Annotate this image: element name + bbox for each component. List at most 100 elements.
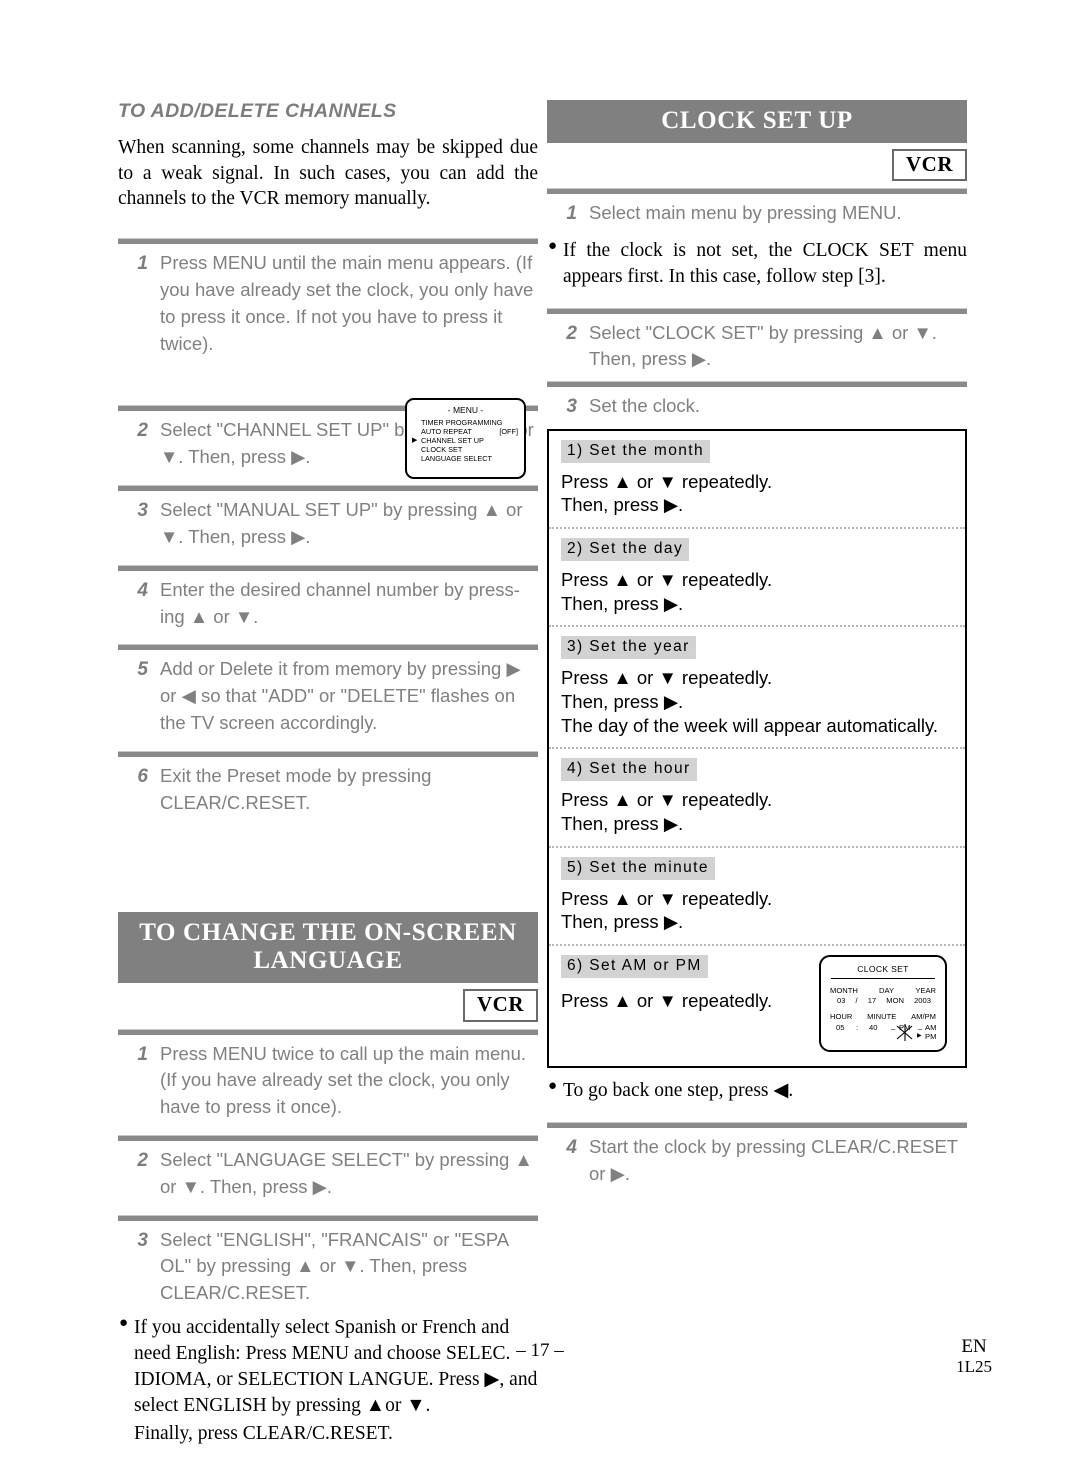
substep-line: Then, press ▶. bbox=[561, 494, 684, 516]
caret-right-icon: ▶ bbox=[917, 1032, 922, 1039]
vcr-badge-row: VCR bbox=[547, 149, 967, 182]
step-text: Select "MANUAL SET UP" by pressing ▲ or … bbox=[160, 499, 523, 547]
substep-body: Press ▲ or ▼ repeatedly. Then, press ▶. bbox=[561, 788, 953, 835]
right-column: CLOCK SET UP VCR 1 Select main menu by p… bbox=[547, 100, 967, 1202]
step-text: Select "ENGLISH", "FRANCAIS" or "ESPA OL… bbox=[160, 1228, 509, 1304]
step-number: 1 bbox=[137, 1043, 148, 1065]
step-text: Press MENU until the main menu appears. … bbox=[160, 252, 534, 354]
substep-label: 3) Set the year bbox=[561, 636, 696, 660]
step-divider bbox=[118, 238, 538, 245]
substep-label: 1) Set the month bbox=[561, 439, 710, 463]
step-divider bbox=[118, 750, 538, 757]
step-number: 3 bbox=[137, 500, 148, 522]
osd-time-headers: HOUR MINUTE AM/PM bbox=[829, 1012, 937, 1022]
step-number: 3 bbox=[566, 396, 577, 418]
step-6: 6 Exit the Preset mode by pressing CLEAR… bbox=[118, 763, 538, 817]
substep-line: Press ▲ or ▼ repeatedly. bbox=[561, 887, 773, 909]
osd-menu-item-label: CHANNEL SET UP bbox=[421, 435, 484, 445]
clock-step-4: 4 Start the clock by pressing CLEAR/C.RE… bbox=[547, 1134, 967, 1188]
step-number: 3 bbox=[137, 1229, 148, 1251]
step-number: 4 bbox=[137, 579, 148, 601]
substep-body: Press ▲ or ▼ repeatedly. Then, press ▶. bbox=[561, 568, 953, 615]
substep-label: 2) Set the day bbox=[561, 538, 690, 562]
bullet-icon: ● bbox=[119, 1315, 129, 1332]
divider bbox=[831, 978, 935, 980]
step-text: Start the clock by pressing CLEAR/C.RESE… bbox=[589, 1136, 958, 1184]
step-divider bbox=[118, 1135, 538, 1142]
osd-menu-item-value: [OFF] bbox=[499, 427, 518, 437]
osd-menu-list: TIMER PROGRAMMING AUTO REPEAT [OFF] ▶ CH… bbox=[411, 418, 520, 464]
substep-body: Press ▲ or ▼ repeatedly. Then, press ▶. bbox=[561, 887, 953, 934]
step-number: 2 bbox=[566, 322, 577, 344]
step-text: Set the clock. bbox=[589, 395, 701, 417]
clock-note-2: ● To go back one step, press ◀. bbox=[547, 1078, 967, 1104]
step-text: Press MENU twice to call up the main men… bbox=[160, 1042, 527, 1118]
substep-line: Then, press ▶. bbox=[561, 691, 684, 713]
page-title-clock-set-up: CLOCK SET UP bbox=[547, 100, 967, 143]
osd-date-values: 03 / 17 MON 2003 bbox=[829, 996, 937, 1006]
osd-clock-set-box: CLOCK SET MONTH DAY YEAR 03 / 17 MON 200… bbox=[819, 955, 947, 1053]
step-text: Add or Delete it from memory by pressing… bbox=[160, 658, 521, 733]
step-divider bbox=[547, 307, 967, 314]
language-step-3: 3 Select "ENGLISH", "FRANCAIS" or "ESPA … bbox=[118, 1227, 538, 1307]
substep-am-pm-row: 6) Set AM or PM Press ▲ or ▼ repeatedly.… bbox=[561, 955, 953, 1053]
substep-label: 4) Set the hour bbox=[561, 758, 697, 782]
osd-label-day: DAY bbox=[879, 986, 895, 996]
osd-clock-grid: MONTH DAY YEAR 03 / 17 MON 2003 HOUR MIN… bbox=[829, 986, 937, 1045]
osd-value-day: 17 bbox=[867, 996, 877, 1005]
substep-line: The day of the week will appear automati… bbox=[561, 714, 939, 736]
step-number: 4 bbox=[566, 1137, 577, 1159]
substep-label: 6) Set AM or PM bbox=[561, 955, 708, 979]
step-1: 1 Press MENU until the main menu appears… bbox=[118, 250, 538, 357]
osd-menu-title: - MENU - bbox=[447, 405, 484, 416]
osd-menu-item-label: CLOCK SET bbox=[421, 444, 463, 454]
osd-value-month: 03 bbox=[837, 996, 846, 1005]
language-step-2: 2 Select "LANGUAGE SELECT" by pressing ▲… bbox=[118, 1147, 538, 1201]
osd-label-minute: MINUTE bbox=[867, 1011, 897, 1021]
caret-right-icon: ▶ bbox=[412, 436, 418, 444]
language-note-final-text: Finally, press CLEAR/C.RESET. bbox=[134, 1422, 393, 1444]
step-divider bbox=[118, 1028, 538, 1035]
substep-set-year: 3) Set the year Press ▲ or ▼ repeatedly.… bbox=[549, 627, 965, 750]
step-4: 4 Enter the desired channel number by pr… bbox=[118, 577, 538, 631]
step-3: 3 Select "MANUAL SET UP" by pressing ▲ o… bbox=[118, 497, 538, 551]
clock-step-1: 1 Select main menu by pressing MENU. bbox=[547, 200, 967, 228]
bullet-icon: ● bbox=[548, 237, 558, 254]
substep-line: Press ▲ or ▼ repeatedly. bbox=[561, 667, 773, 689]
step-text: Select "LANGUAGE SELECT" by pressing ▲ o… bbox=[160, 1149, 533, 1197]
status-badge-vcr: VCR bbox=[463, 989, 538, 1022]
footer-meta: EN 1L25 bbox=[956, 1336, 992, 1376]
step-text: Select main menu by pressing MENU. bbox=[589, 202, 902, 224]
substep-line: Press ▲ or ▼ repeatedly. bbox=[561, 990, 773, 1012]
step-divider bbox=[547, 381, 967, 388]
footer-page-number: – 17 – bbox=[516, 1340, 564, 1361]
manual-page: TO ADD/DELETE CHANNELS When scanning, so… bbox=[0, 0, 1080, 1479]
step-number: 2 bbox=[137, 1150, 148, 1172]
clock-step-3: 3 Set the clock. bbox=[547, 393, 967, 421]
clock-step-2: 2 Select "CLOCK SET" by pressing ▲ or ▼.… bbox=[547, 320, 967, 374]
osd-ampm-selector: – PM – AM ▶ PM bbox=[829, 1023, 937, 1045]
substep-line: Press ▲ or ▼ repeatedly. bbox=[561, 470, 773, 492]
language-step-1: 1 Press MENU twice to call up the main m… bbox=[118, 1041, 538, 1121]
step-number: 1 bbox=[566, 203, 577, 225]
osd-label-year: YEAR bbox=[915, 986, 936, 996]
substep-line: Then, press ▶. bbox=[561, 813, 684, 835]
clock-note-1: ● If the clock is not set, the CLOCK SET… bbox=[547, 238, 967, 290]
step-number: 1 bbox=[137, 253, 148, 275]
osd-menu-item: LANGUAGE SELECT bbox=[421, 454, 520, 464]
step-number: 2 bbox=[137, 420, 148, 442]
step-divider bbox=[118, 1214, 538, 1221]
substep-body: Press ▲ or ▼ repeatedly. Then, press ▶. bbox=[561, 470, 953, 517]
step-text: Enter the desired channel number by pres… bbox=[160, 578, 520, 627]
substep-line: Press ▲ or ▼ repeatedly. bbox=[561, 789, 773, 811]
step-text: Exit the Preset mode by pressing CLEAR/C… bbox=[160, 764, 432, 813]
substep-set-hour: 4) Set the hour Press ▲ or ▼ repeatedly.… bbox=[549, 749, 965, 848]
substep-set-minute: 5) Set the minute Press ▲ or ▼ repeatedl… bbox=[549, 848, 965, 947]
osd-label-ampm: AM/PM bbox=[911, 1011, 936, 1021]
substep-set-am-pm: 6) Set AM or PM Press ▲ or ▼ repeatedly.… bbox=[549, 946, 965, 1066]
step-divider bbox=[118, 485, 538, 492]
osd-date-headers: MONTH DAY YEAR bbox=[829, 986, 937, 996]
osd-time-values: 05 : 40 – PM – AM ▶ PM bbox=[829, 1023, 937, 1045]
